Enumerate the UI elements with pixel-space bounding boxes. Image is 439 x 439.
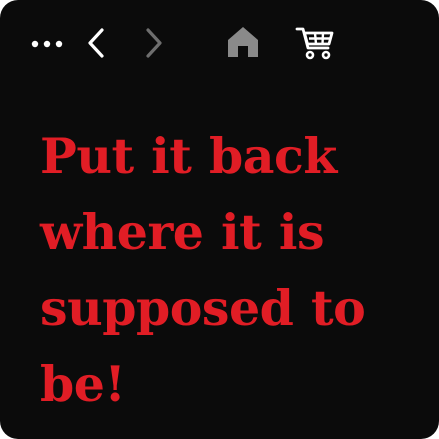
more-horizontal-icon [31,40,63,48]
toolbar [0,0,439,86]
chevron-right-icon [146,28,162,58]
message-text: Put it back where it is supposed to be! [40,127,366,413]
home-button[interactable] [222,22,264,62]
app-screen: Put it back where it is supposed to be! [0,0,439,439]
chevron-left-icon [88,28,104,58]
cart-button[interactable] [292,22,338,62]
back-button[interactable] [82,24,112,62]
forward-button[interactable] [138,24,168,62]
home-icon [228,27,258,57]
more-options-button[interactable] [28,30,70,58]
shopping-cart-icon [295,27,334,60]
